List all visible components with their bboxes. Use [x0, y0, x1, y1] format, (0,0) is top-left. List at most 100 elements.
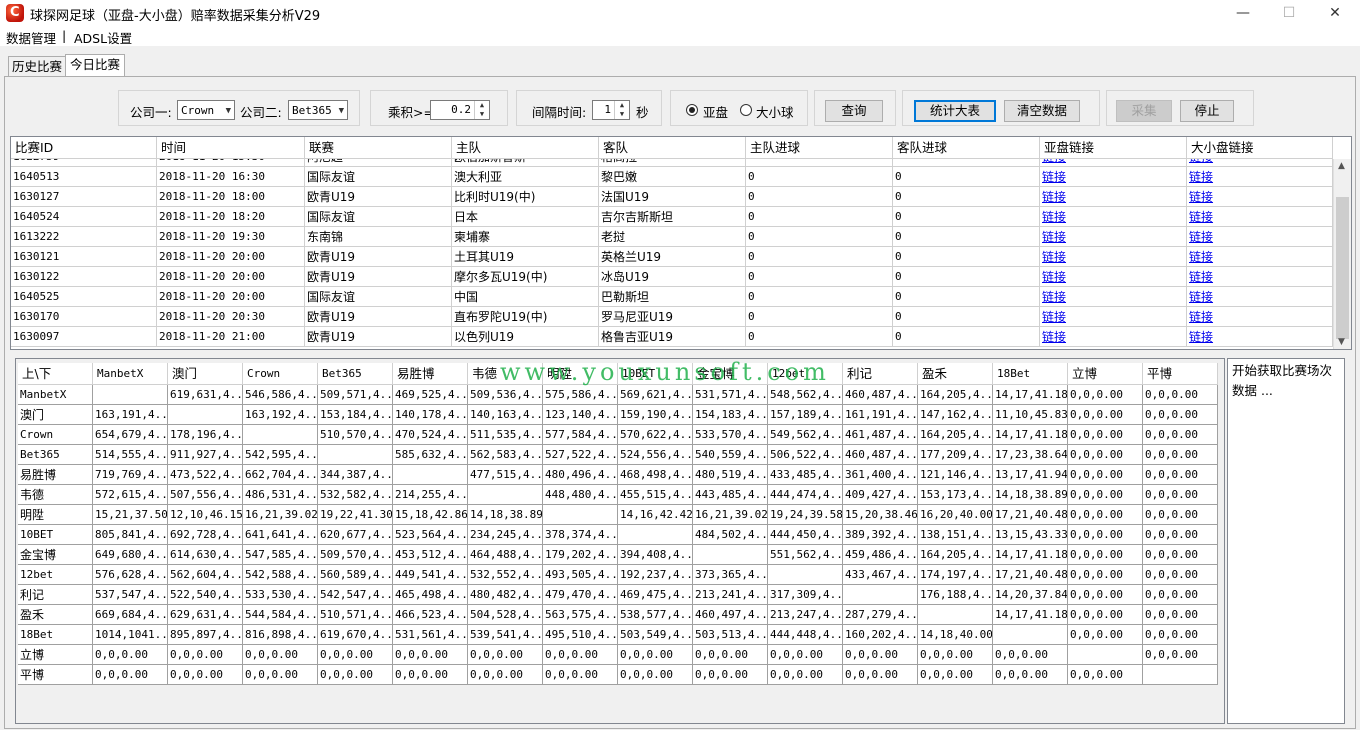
matrix-cell[interactable]: 532,582,4... — [318, 485, 393, 505]
matrix-cell[interactable]: 620,677,4... — [318, 525, 393, 545]
matrix-cell[interactable] — [468, 485, 543, 505]
link-cell[interactable]: 链接 — [1040, 287, 1187, 307]
matrix-cell[interactable]: 121,146,4... — [918, 465, 993, 485]
matrix-cell[interactable]: 12,10,46.15 — [168, 505, 243, 525]
matrix-cell[interactable]: 1014,1041... — [93, 625, 168, 645]
matrix-cell[interactable]: 895,897,4... — [168, 625, 243, 645]
matrix-cell[interactable]: 0,0,0.00 — [1068, 405, 1143, 425]
matrix-cell[interactable]: 153,173,4... — [918, 485, 993, 505]
asian-odds-link[interactable]: 链接 — [1042, 230, 1066, 244]
matrix-cell[interactable] — [168, 405, 243, 425]
link-cell[interactable]: 链接 — [1040, 227, 1187, 247]
matrix-cell[interactable]: 542,547,4... — [318, 585, 393, 605]
over-under-link[interactable]: 链接 — [1189, 310, 1213, 324]
matrix-cell[interactable]: 544,584,4... — [243, 605, 318, 625]
matrix-cell[interactable] — [243, 425, 318, 445]
matrix-cell[interactable]: 14,16,42.42 — [618, 505, 693, 525]
matrix-cell[interactable] — [93, 385, 168, 405]
over-under-link[interactable]: 链接 — [1189, 170, 1213, 184]
matrix-cell[interactable]: 11,10,45.83 — [993, 405, 1068, 425]
scrollbar-thumb[interactable] — [1336, 197, 1349, 339]
matrix-cell[interactable]: 14,17,41.18 — [993, 385, 1068, 405]
link-cell[interactable]: 链接 — [1040, 247, 1187, 267]
matrix-cell[interactable]: 0,0,0.00 — [318, 645, 393, 665]
matrix-cell[interactable]: 14,17,41.18 — [993, 605, 1068, 625]
matrix-cell[interactable]: 507,556,4... — [168, 485, 243, 505]
matrix-cell[interactable]: 539,541,4... — [468, 625, 543, 645]
matrix-cell[interactable]: 480,482,4... — [468, 585, 543, 605]
over-under-link[interactable]: 链接 — [1189, 190, 1213, 204]
matrix-col-header[interactable]: 18Bet — [993, 363, 1068, 385]
matrix-cell[interactable]: 361,400,4... — [843, 465, 918, 485]
matrix-cell[interactable]: 537,547,4... — [93, 585, 168, 605]
stop-button[interactable]: 停止 — [1180, 100, 1234, 122]
matrix-cell[interactable]: 0,0,0.00 — [1068, 605, 1143, 625]
matrix-cell[interactable]: 147,162,4... — [918, 405, 993, 425]
matches-col-header[interactable]: 时间 — [157, 137, 305, 159]
company2-select[interactable]: Bet365 ▼ — [288, 100, 348, 120]
stepper-arrows-icon[interactable]: ▲ ▼ — [614, 101, 629, 119]
matrix-cell[interactable]: 164,205,4... — [918, 385, 993, 405]
matrix-cell[interactable]: 433,467,4... — [843, 565, 918, 585]
matrix-cell[interactable]: 0,0,0.00 — [1143, 585, 1218, 605]
link-cell[interactable]: 链接 — [1187, 267, 1333, 287]
matrix-cell[interactable]: 19,24,39.58 — [768, 505, 843, 525]
over-under-link[interactable]: 链接 — [1189, 230, 1213, 244]
matrix-cell[interactable]: 503,513,4... — [693, 625, 768, 645]
matrix-cell[interactable]: 469,525,4... — [393, 385, 468, 405]
collect-button[interactable]: 采集 — [1116, 100, 1172, 122]
matrix-cell[interactable]: 0,0,0.00 — [1068, 665, 1143, 685]
matrix-cell[interactable]: 548,562,4... — [768, 385, 843, 405]
matrix-cell[interactable]: 0,0,0.00 — [1143, 545, 1218, 565]
matrix-cell[interactable]: 192,237,4... — [618, 565, 693, 585]
matrix-cell[interactable]: 17,23,38.64 — [993, 445, 1068, 465]
matrix-cell[interactable]: 629,631,4... — [168, 605, 243, 625]
asian-odds-link[interactable]: 链接 — [1042, 330, 1066, 344]
link-cell[interactable]: 链接 — [1187, 207, 1333, 227]
matrix-cell[interactable]: 460,487,4... — [843, 385, 918, 405]
radio-over-under[interactable] — [740, 104, 752, 116]
matrix-cell[interactable]: 0,0,0.00 — [843, 665, 918, 685]
matrix-cell[interactable]: 805,841,4... — [93, 525, 168, 545]
matrix-row-header[interactable]: 韦德 — [18, 485, 93, 505]
matrix-cell[interactable]: 510,571,4... — [318, 605, 393, 625]
matrix-cell[interactable]: 178,196,4... — [168, 425, 243, 445]
matrix-cell[interactable]: 0,0,0.00 — [93, 665, 168, 685]
matrix-cell[interactable]: 0,0,0.00 — [918, 645, 993, 665]
matrix-cell[interactable] — [768, 565, 843, 585]
matrix-cell[interactable]: 533,530,4... — [243, 585, 318, 605]
matrix-cell[interactable]: 123,140,4... — [543, 405, 618, 425]
menu-data-management[interactable]: 数据管理 — [6, 28, 56, 47]
matrix-cell[interactable]: 0,0,0.00 — [1143, 625, 1218, 645]
matrix-cell[interactable]: 0,0,0.00 — [543, 645, 618, 665]
matrix-cell[interactable]: 504,528,4... — [468, 605, 543, 625]
matrix-cell[interactable]: 0,0,0.00 — [693, 665, 768, 685]
matrix-cell[interactable]: 0,0,0.00 — [1143, 385, 1218, 405]
matrix-row-header[interactable]: Bet365 — [18, 445, 93, 465]
matrix-cell[interactable]: 464,488,4... — [468, 545, 543, 565]
matrix-cell[interactable] — [318, 445, 393, 465]
over-under-link[interactable]: 链接 — [1189, 270, 1213, 284]
matrix-cell[interactable]: 174,197,4... — [918, 565, 993, 585]
matrix-col-header[interactable]: Bet365 — [318, 363, 393, 385]
matrix-cell[interactable]: 546,586,4... — [243, 385, 318, 405]
matrix-row-header[interactable]: 金宝博 — [18, 545, 93, 565]
matrix-cell[interactable]: 449,541,4... — [393, 565, 468, 585]
matrix-cell[interactable]: 287,279,4... — [843, 605, 918, 625]
matrix-cell[interactable]: 575,586,4... — [543, 385, 618, 405]
matrix-cell[interactable]: 13,17,41.94 — [993, 465, 1068, 485]
matrix-cell[interactable]: 669,684,4... — [93, 605, 168, 625]
asian-odds-link[interactable]: 链接 — [1042, 290, 1066, 304]
matrix-cell[interactable]: 14,20,37.84 — [993, 585, 1068, 605]
matrix-cell[interactable]: 479,470,4... — [543, 585, 618, 605]
matrix-cell[interactable]: 0,0,0.00 — [1143, 445, 1218, 465]
matrix-cell[interactable]: 0,0,0.00 — [993, 645, 1068, 665]
matrix-cell[interactable]: 0,0,0.00 — [843, 645, 918, 665]
matrix-cell[interactable]: 164,205,4... — [918, 545, 993, 565]
matrix-cell[interactable]: 214,255,4... — [393, 485, 468, 505]
scroll-down-icon[interactable]: ▼ — [1338, 337, 1345, 347]
vertical-scrollbar[interactable]: ▲ ▼ — [1333, 159, 1351, 349]
over-under-link[interactable]: 链接 — [1189, 250, 1213, 264]
matrix-cell[interactable]: 523,564,4... — [393, 525, 468, 545]
link-cell[interactable]: 链接 — [1187, 247, 1333, 267]
